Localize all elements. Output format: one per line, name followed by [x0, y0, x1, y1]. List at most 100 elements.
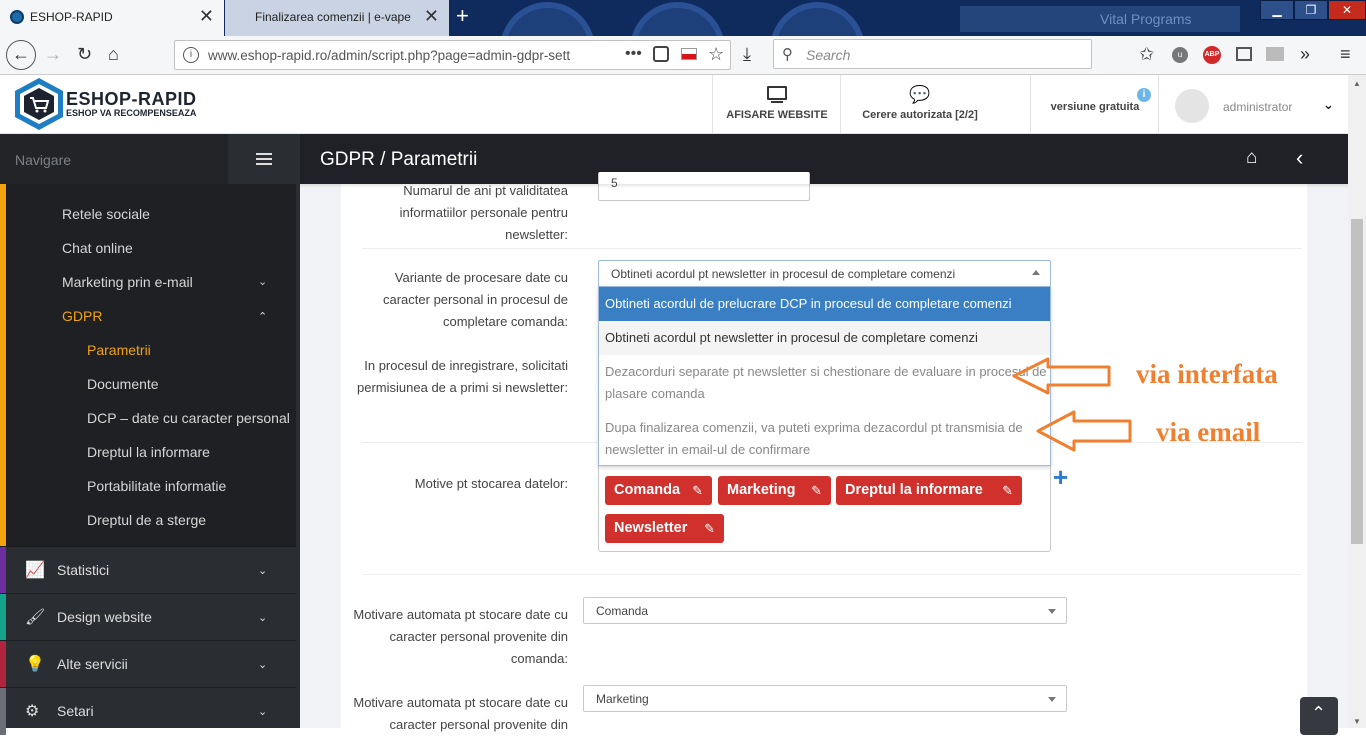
tag-newsletter[interactable]: Newsletter ✎ [605, 514, 724, 543]
version-label: versiune gratuita [1050, 101, 1140, 113]
pencil-icon[interactable]: ✎ [1002, 483, 1013, 499]
logo-subtitle: ESHOP VA RECOMPENSEAZA [66, 108, 197, 118]
close-tab-icon[interactable]: ✕ [424, 6, 439, 27]
sidebar-item-documente[interactable]: Documente [87, 376, 159, 392]
browser-tab-evape[interactable]: Finalizarea comenzii | e-vape ✕ [225, 0, 449, 36]
processing-variants-dropdown[interactable]: Obtineti acordul de prelucrare DCP in pr… [598, 286, 1051, 466]
sidebar-item-dcp[interactable]: DCP – date cu caracter personal [87, 410, 290, 426]
new-tab-icon[interactable]: + [456, 3, 469, 29]
logo-icon[interactable] [14, 77, 64, 131]
accent-bar [0, 641, 6, 688]
lightbulb-icon: 💡 [25, 656, 45, 673]
adblock-icon[interactable]: ABP [1203, 46, 1221, 64]
sidebar-item-statistici[interactable]: 📈 Statistici ⌄ [0, 546, 296, 594]
tab-label: ESHOP-RAPID [30, 10, 113, 24]
sidebar-item-design-website[interactable]: 🖌 Design website ⌄ [0, 593, 296, 641]
bookmark-star-icon[interactable]: ☆ [708, 44, 724, 65]
sidebar-item-gdpr[interactable]: GDPR [62, 308, 102, 324]
close-tab-icon[interactable]: ✕ [199, 6, 214, 27]
user-menu[interactable]: administrator ⌄ [1158, 75, 1366, 134]
add-reason-plus-icon[interactable]: + [1053, 462, 1068, 493]
reload-icon[interactable]: ↻ [77, 44, 92, 65]
sidebar-item-chat-online[interactable]: Chat online [62, 240, 133, 256]
sidebar-item-dreptul-informare[interactable]: Dreptul la informare [87, 444, 210, 460]
brush-icon: 🖌 [25, 609, 46, 626]
info-icon[interactable]: i [183, 47, 199, 63]
back-arrow-icon[interactable]: ← [6, 40, 36, 70]
authorization-request-button[interactable]: 💬 Cerere autorizata [2/2] [840, 75, 998, 134]
home-icon[interactable]: ⌂ [1246, 147, 1257, 169]
view-website-label: AFISARE WEBSITE [726, 109, 828, 121]
version-info[interactable]: i versiune gratuita [1030, 75, 1158, 134]
maximize-icon[interactable]: ❐ [1294, 0, 1328, 20]
sidebar-item-label: Setari [57, 703, 94, 719]
pencil-icon[interactable]: ✎ [811, 483, 822, 499]
annotation-arrow-icon [1012, 357, 1111, 395]
scroll-down-arrow-icon[interactable]: ▼ [1353, 717, 1361, 726]
overflow-icon[interactable]: » [1300, 44, 1310, 65]
caret-up-icon [1032, 270, 1040, 275]
pocket-icon[interactable] [653, 46, 669, 62]
dropdown-option[interactable]: Obtineti acordul de prelucrare DCP in pr… [599, 287, 1050, 321]
close-window-icon[interactable]: ✕ [1328, 0, 1366, 20]
star-list-icon[interactable]: ✩ [1139, 44, 1154, 65]
sidebar-item-setari[interactable]: ⚙ Setari ⌄ [0, 687, 296, 735]
search-input[interactable]: ⚲ Search [773, 39, 1092, 69]
select-value: Comanda [596, 604, 649, 618]
view-website-button[interactable]: AFISARE WEBSITE [712, 75, 840, 134]
more-actions-icon[interactable]: ••• [625, 45, 642, 63]
library-icon[interactable] [1266, 47, 1284, 61]
dropdown-option[interactable]: Dezacorduri separate pt newsletter si ch… [599, 355, 1050, 411]
chevron-down-icon: ⌄ [258, 706, 268, 718]
chevron-down-icon: ⌄ [258, 659, 268, 671]
sidebar-item-alte-servicii[interactable]: 💡 Alte servicii ⌄ [0, 640, 296, 688]
processing-variants-select[interactable]: Obtineti acordul pt newsletter in proces… [598, 260, 1051, 287]
dropdown-option[interactable]: Dupa finalizarea comenzii, va puteti exp… [599, 411, 1050, 467]
select-value: Marketing [596, 692, 649, 706]
pencil-icon[interactable]: ✎ [704, 521, 715, 537]
auto-motivation-order-select[interactable]: Comanda [583, 597, 1067, 624]
auto-motivation-marketing-select[interactable]: Marketing [583, 685, 1067, 712]
minimize-icon[interactable]: ▁ [1260, 0, 1294, 20]
tab-label: Finalizarea comenzii | e-vape [255, 10, 411, 24]
tag-dreptul-informare[interactable]: Dreptul la informare ✎ [836, 476, 1022, 505]
forward-arrow-icon[interactable]: → [44, 44, 62, 65]
tag-label: Newsletter [614, 520, 688, 536]
field-label-auto-motivation-marketing: Motivare automata pt stocare date cu car… [353, 695, 568, 732]
scroll-up-arrow-icon[interactable]: ▲ [1353, 79, 1361, 88]
back-to-top-button[interactable]: ⌃ [1300, 697, 1338, 735]
monitor-icon [767, 86, 787, 100]
avatar [1175, 89, 1209, 123]
tag-comanda[interactable]: Comanda ✎ [605, 476, 712, 505]
scrollbar-thumb[interactable] [1351, 219, 1363, 544]
pencil-icon[interactable]: ✎ [692, 483, 703, 499]
caret-down-icon [1048, 697, 1056, 702]
download-icon[interactable]: ⤓ [743, 44, 751, 65]
sidebar-item-portabilitate[interactable]: Portabilitate informatie [87, 478, 226, 494]
chevron-down-icon[interactable]: ⌄ [258, 275, 267, 288]
home-icon[interactable]: ⌂ [108, 44, 119, 65]
hamburger-menu-button[interactable] [228, 134, 300, 184]
browser-nav-bar: ← → ↻ ⌂ i www.eshop-rapid.ro/admin/scrip… [0, 36, 1366, 75]
browser-tab-eshop[interactable]: ESHOP-RAPID ✕ [0, 0, 224, 36]
background-banner: Vital Programs [960, 6, 1240, 32]
tag-marketing[interactable]: Marketing ✎ [718, 476, 831, 505]
sidebar-item-dreptul-sterge[interactable]: Dreptul de a sterge [87, 512, 206, 528]
language-flag-icon[interactable] [681, 48, 697, 60]
dropdown-option[interactable]: Obtineti acordul pt newsletter in proces… [599, 321, 1050, 355]
sidebar-item-email-marketing[interactable]: Marketing prin e-mail [62, 274, 193, 290]
ublock-icon[interactable]: u [1172, 47, 1188, 63]
info-icon[interactable]: i [1137, 88, 1151, 102]
sidebar-icon[interactable] [1236, 47, 1252, 61]
background-decoration [630, 2, 725, 36]
page-scrollbar[interactable]: ▲ ▼ [1348, 75, 1366, 728]
chevron-up-icon[interactable]: ⌃ [258, 310, 267, 323]
sidebar-item-retele-sociale[interactable]: Retele sociale [62, 206, 150, 222]
menu-icon[interactable]: ≡ [1340, 44, 1351, 65]
back-chevron-icon[interactable]: ‹ [1296, 145, 1303, 171]
sidebar-item-parametrii[interactable]: Parametrii [87, 342, 151, 358]
storage-reasons-tagbox[interactable]: Comanda ✎ Marketing ✎ Dreptul la informa… [598, 466, 1051, 552]
url-bar[interactable]: i www.eshop-rapid.ro/admin/script.php?pa… [174, 40, 731, 70]
username: administrator [1223, 100, 1293, 114]
app-header: ESHOP-RAPID ESHOP VA RECOMPENSEAZA AFISA… [0, 75, 1366, 134]
